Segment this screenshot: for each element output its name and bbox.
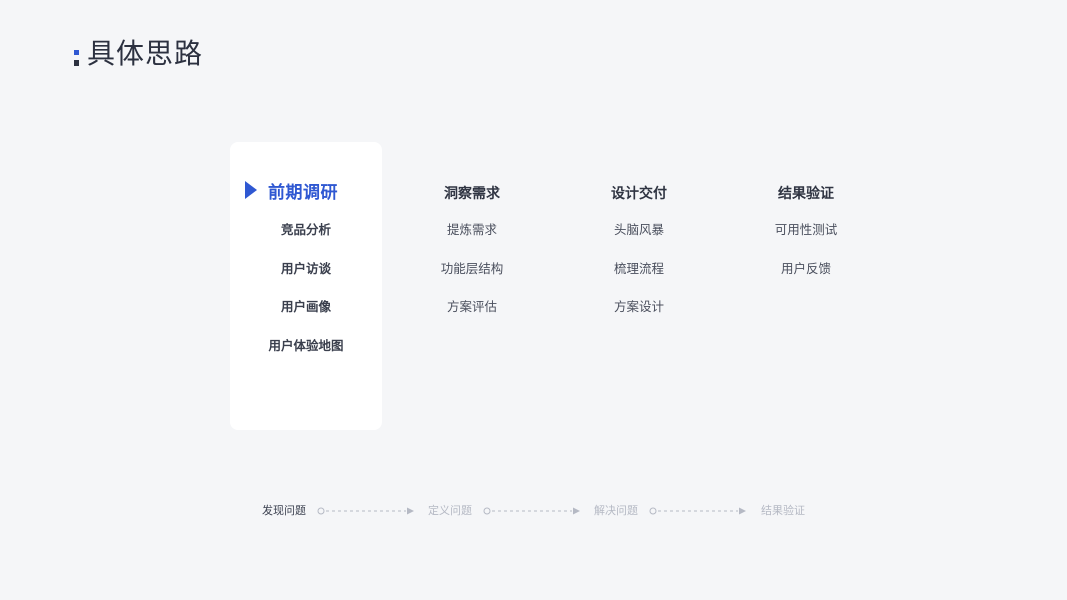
stage-item: 可用性测试 bbox=[774, 222, 838, 237]
stage-column-validation[interactable]: 结果验证 可用性测试 用户反馈 bbox=[736, 184, 876, 297]
flow-arrow-icon bbox=[483, 506, 581, 516]
stage-item-list: 可用性测试 用户反馈 bbox=[736, 220, 876, 297]
flow-step: 定义问题 bbox=[428, 504, 472, 517]
stage-item: 竞品分析 bbox=[280, 222, 331, 237]
stage-item: 提炼需求 bbox=[446, 222, 497, 237]
stage-item-list: 竞品分析 用户访谈 用户画像 用户体验地图 bbox=[230, 220, 382, 374]
flow-step: 解决问题 bbox=[594, 504, 638, 517]
stage-item: 梳理流程 bbox=[613, 260, 664, 276]
stage-title: 洞察需求 bbox=[444, 186, 500, 202]
stage-item-list: 头脑风暴 梳理流程 方案设计 bbox=[569, 220, 709, 336]
stage-item: 用户反馈 bbox=[780, 260, 831, 276]
stage-item: 用户画像 bbox=[280, 299, 331, 314]
stage-title: 前期调研 bbox=[268, 182, 338, 203]
flow-arrow-icon bbox=[649, 506, 747, 516]
flow-step: 发现问题 bbox=[262, 504, 306, 517]
stage-header: 前期调研 bbox=[244, 178, 338, 203]
stage-item: 方案设计 bbox=[613, 299, 664, 314]
stage-column-insight[interactable]: 洞察需求 提炼需求 功能层结构 方案评估 bbox=[402, 184, 542, 336]
flow-step: 结果验证 bbox=[761, 504, 805, 517]
page-header: 具体思路 bbox=[74, 36, 203, 72]
stage-column-delivery[interactable]: 设计交付 头脑风暴 梳理流程 方案设计 bbox=[569, 184, 709, 336]
stage-card-research[interactable]: 前期调研 竞品分析 用户访谈 用户画像 用户体验地图 bbox=[230, 142, 382, 430]
stage-title: 结果验证 bbox=[778, 186, 834, 202]
stage-title: 设计交付 bbox=[611, 186, 667, 202]
flow-arrow-icon bbox=[317, 506, 415, 516]
process-flow: 发现问题 定义问题 解决问题 结果验证 bbox=[0, 502, 1067, 520]
stage-item: 方案评估 bbox=[446, 299, 497, 314]
stage-item-list: 提炼需求 功能层结构 方案评估 bbox=[402, 220, 542, 336]
stage-item: 头脑风暴 bbox=[613, 222, 664, 237]
stage-item: 功能层结构 bbox=[440, 260, 504, 276]
page-title: 具体思路 bbox=[87, 37, 204, 70]
stage-item: 用户访谈 bbox=[280, 260, 331, 276]
stage-item: 用户体验地图 bbox=[268, 337, 344, 353]
title-marker-icon bbox=[74, 46, 81, 70]
play-arrow-icon bbox=[244, 181, 258, 199]
